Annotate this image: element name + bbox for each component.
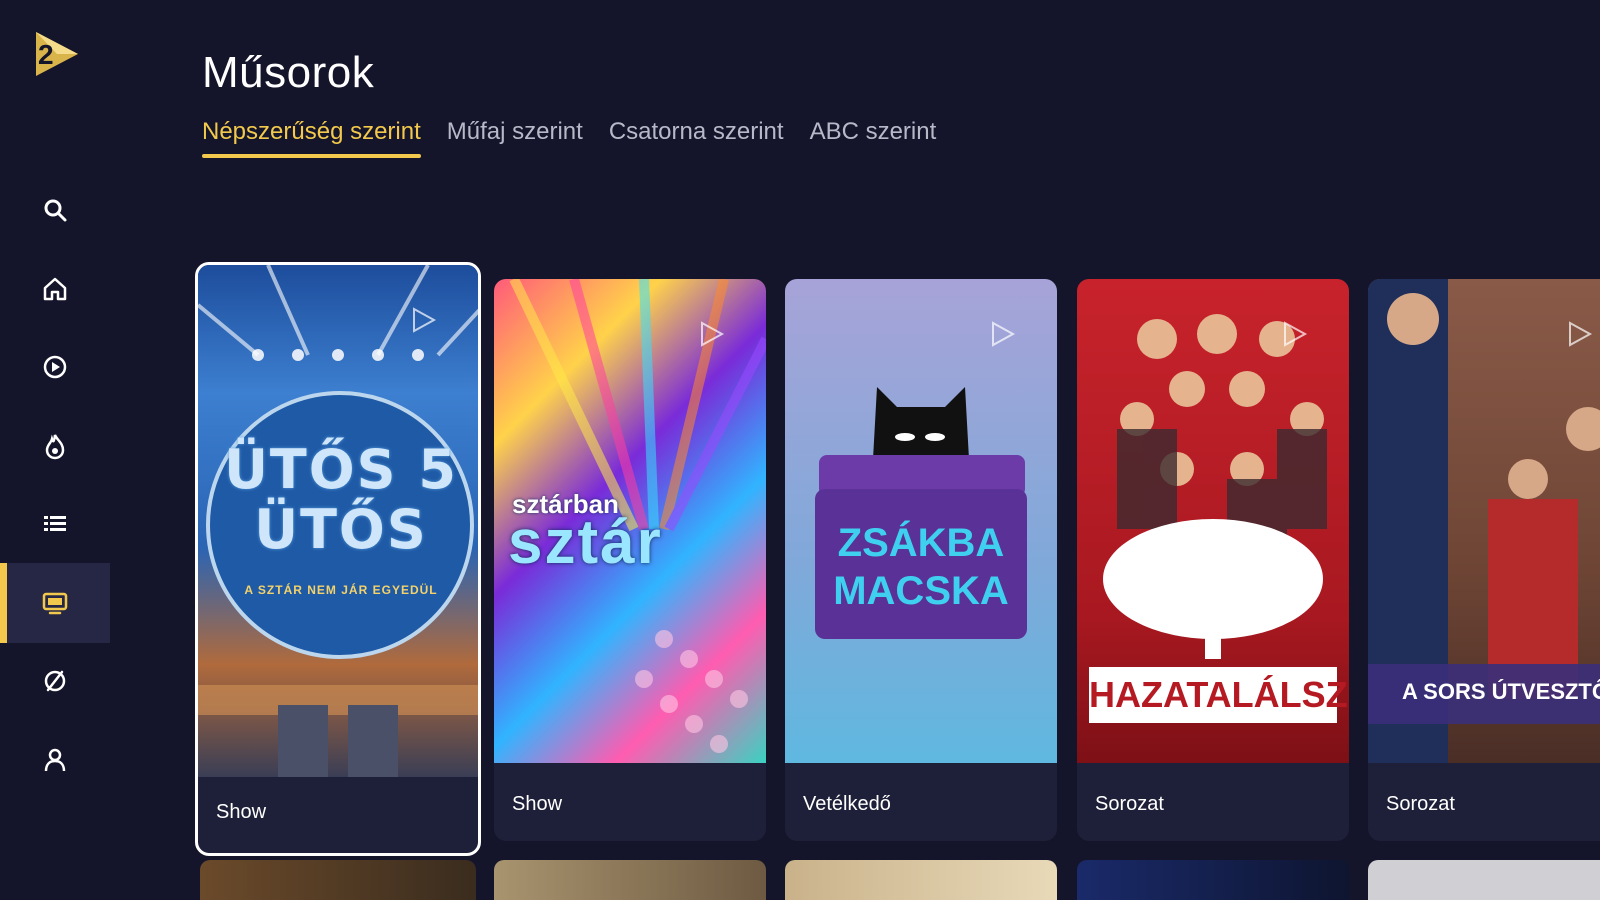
card-category: Vetélkedő (803, 793, 891, 815)
tab-popularity[interactable]: Népszerűség szerint (202, 118, 421, 158)
user-icon (44, 748, 66, 772)
search-icon (44, 199, 67, 222)
sidebar-item-shows[interactable] (0, 563, 110, 643)
sidebar-item-trending[interactable] (0, 406, 110, 486)
sidebar-item-home[interactable] (0, 249, 110, 329)
card-category: Sorozat (1095, 793, 1164, 815)
show-poster: A SORS ÚTVESZTŐ (1368, 279, 1600, 763)
show-logo-text: ZSÁKBA (837, 521, 1005, 565)
sidebar-item-search[interactable] (0, 170, 110, 250)
sidebar: 2 (0, 0, 110, 900)
play-badge-icon (701, 321, 725, 347)
channel-logo[interactable]: 2 (30, 28, 82, 80)
play-badge-icon (1569, 321, 1593, 347)
show-card-partial[interactable] (1077, 860, 1349, 900)
show-logo-text: HAZATALÁLSZ (1089, 674, 1348, 715)
show-card[interactable]: ÜTŐS 5 ÜTŐS A SZTÁR NEM JÁR EGYEDÜL Show (195, 262, 481, 856)
card-category: Show (512, 793, 563, 815)
sidebar-item-lists[interactable] (0, 484, 110, 564)
sidebar-item-profile[interactable] (0, 720, 110, 800)
show-logo-text: ÜTŐS 5 ÜTŐS (224, 438, 458, 561)
play-badge-icon (992, 321, 1016, 347)
show-poster: ZSÁKBA MACSKA (785, 279, 1057, 763)
show-poster: sztárban sztár (494, 279, 766, 763)
card-category: Sorozat (1386, 793, 1455, 815)
show-card-partial[interactable] (1368, 860, 1600, 900)
page-title: Műsorok (202, 48, 375, 97)
flame-icon (45, 432, 65, 460)
show-card[interactable]: ZSÁKBA MACSKA Vetélkedő (785, 279, 1057, 841)
home-icon (43, 277, 67, 301)
sidebar-item-live[interactable] (0, 327, 110, 407)
show-card-partial[interactable] (200, 860, 476, 900)
slash-circle-icon (44, 670, 66, 692)
show-card-partial[interactable] (785, 860, 1057, 900)
list-icon (44, 516, 66, 531)
show-card-partial[interactable] (494, 860, 766, 900)
tv-icon (42, 592, 68, 615)
show-logo-text: sztár (508, 508, 663, 577)
play-badge-icon (1284, 321, 1308, 347)
card-category: Show (216, 801, 267, 823)
show-poster: ÜTŐS 5 ÜTŐS A SZTÁR NEM JÁR EGYEDÜL (198, 265, 478, 777)
show-card[interactable]: sztárban sztár Show (494, 279, 766, 841)
tab-genre[interactable]: Műfaj szerint (447, 118, 583, 158)
tab-bar: Népszerűség szerint Műfaj szerint Csator… (202, 118, 936, 158)
show-card[interactable]: HAZATALÁLSZ Sorozat (1077, 279, 1349, 841)
logo-text: 2 (38, 39, 54, 70)
play-badge-icon (413, 307, 437, 333)
sidebar-item-premium[interactable] (0, 641, 110, 721)
show-tagline: A SZTÁR NEM JÁR EGYEDÜL (244, 583, 438, 597)
show-poster: HAZATALÁLSZ (1077, 279, 1349, 763)
show-card[interactable]: A SORS ÚTVESZTŐ Sorozat (1368, 279, 1600, 841)
play-circle-icon (43, 355, 67, 379)
tab-channel[interactable]: Csatorna szerint (609, 118, 784, 158)
show-logo-text: A SORS ÚTVESZTŐ (1402, 679, 1600, 704)
show-logo-text-2: MACSKA (833, 569, 1009, 613)
tab-abc[interactable]: ABC szerint (810, 118, 937, 158)
